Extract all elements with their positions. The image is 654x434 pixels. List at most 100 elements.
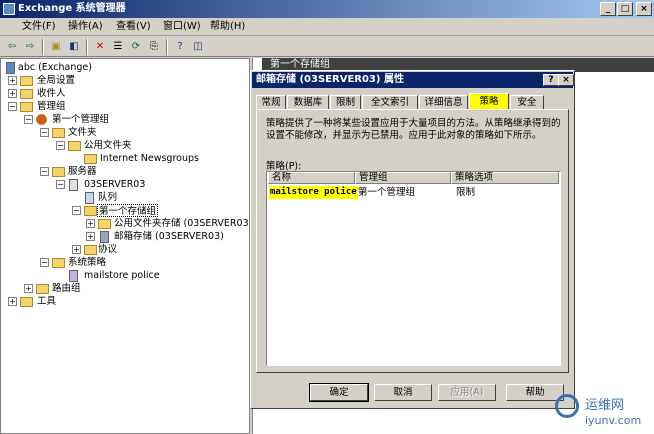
watermark: 运维网 iyunv.com — [555, 392, 654, 432]
collapse-icon[interactable]: − — [56, 180, 65, 189]
show-hide-tree-icon[interactable]: ◧ — [66, 39, 82, 54]
expand-icon[interactable]: + — [8, 76, 17, 85]
window-title: Exchange 系统管理器 — [18, 3, 126, 14]
dialog-close-button[interactable]: × — [558, 74, 574, 86]
apply-button: 应用(A) — [438, 384, 496, 401]
tab-database[interactable]: 数据库 — [287, 95, 329, 110]
policies-description: 策略提供了一种将某些设置应用于大量项目的方法。从策略继承得到的设置不能修改，并显… — [266, 118, 561, 141]
menu-view[interactable]: 查看(V) — [116, 20, 151, 34]
column-header-name[interactable]: 名称 — [268, 172, 355, 184]
tree-first-storage-group[interactable]: 第一个存储组 — [97, 204, 159, 217]
mailbox-store-icon — [100, 231, 109, 243]
title-bar: Exchange 系统管理器 — [0, 0, 654, 18]
tree-server[interactable]: 03SERVER03 — [84, 178, 145, 191]
tab-full-text-index[interactable]: 全文索引 — [362, 95, 418, 110]
tab-security[interactable]: 安全 — [510, 95, 544, 110]
folder-icon — [52, 167, 65, 177]
expand-icon[interactable]: + — [72, 245, 81, 254]
tree-first-admin-group[interactable]: 第一个管理组 — [52, 113, 109, 126]
column-header-admin-group[interactable]: 管理组 — [355, 172, 451, 184]
exchange-app-icon — [3, 3, 15, 15]
collapse-icon[interactable]: − — [40, 167, 49, 176]
policy-options-cell: 限制 — [456, 187, 476, 198]
menu-help[interactable]: 帮助(H) — [210, 20, 245, 34]
collapse-icon[interactable]: − — [24, 115, 33, 124]
export-icon[interactable]: ⎘ — [146, 39, 162, 54]
close-button[interactable]: × — [636, 2, 652, 16]
help-icon[interactable]: ? — [172, 39, 188, 54]
folder-icon — [20, 297, 33, 307]
tree-routing-groups[interactable]: 路由组 — [52, 282, 81, 295]
menu-action[interactable]: 操作(A) — [68, 20, 103, 34]
expand-icon[interactable]: + — [24, 284, 33, 293]
expand-icon[interactable]: + — [8, 297, 17, 306]
tree-mailstore-police[interactable]: mailstore police — [84, 269, 160, 282]
policy-icon — [69, 270, 78, 282]
forward-icon[interactable]: ⇨ — [22, 39, 38, 54]
public-folder-icon — [68, 141, 81, 151]
tree-servers[interactable]: 服务器 — [68, 165, 97, 178]
tree-folders[interactable]: 文件夹 — [68, 126, 97, 139]
expand-icon[interactable]: + — [86, 219, 95, 228]
column-header-policy-options[interactable]: 策略选项 — [451, 172, 559, 184]
tree-queues[interactable]: 队列 — [98, 191, 117, 204]
tab-general[interactable]: 常规 — [256, 95, 286, 110]
menu-window[interactable]: 窗口(W) — [163, 20, 201, 34]
collapse-icon[interactable]: − — [40, 258, 49, 267]
queue-icon — [85, 192, 94, 204]
policies-list[interactable] — [266, 171, 561, 366]
maximize-button[interactable]: □ — [617, 2, 633, 16]
folder-icon — [84, 245, 97, 255]
tree-public-store[interactable]: 公用文件夹存储 (03SERVER03) — [114, 217, 252, 230]
toolbar: ⇦ ⇨ ▣ ◧ ✕ ☰ ⟳ ⎘ ? ◫ — [0, 37, 654, 57]
tree-protocols[interactable]: 协议 — [98, 243, 117, 256]
folder-icon — [20, 102, 33, 112]
back-icon[interactable]: ⇦ — [4, 39, 20, 54]
storage-group-icon — [84, 206, 97, 216]
folder-icon — [52, 258, 65, 268]
tree-tools[interactable]: 工具 — [37, 295, 56, 308]
tree-admin-groups[interactable]: 管理组 — [37, 100, 66, 113]
folder-icon — [52, 128, 65, 138]
tree-public-folders[interactable]: 公用文件夹 — [84, 139, 132, 152]
expand-icon[interactable]: + — [8, 89, 17, 98]
folder-icon — [20, 76, 33, 86]
collapse-icon[interactable]: − — [8, 102, 17, 111]
tree-internet-newsgroups[interactable]: Internet Newsgroups — [100, 152, 199, 165]
new-window-icon[interactable]: ◫ — [190, 39, 206, 54]
tab-details[interactable]: 详细信息 — [419, 95, 468, 110]
minimize-button[interactable]: _ — [600, 2, 616, 16]
tree-mailbox-store[interactable]: 邮箱存储 (03SERVER03) — [114, 230, 224, 243]
dialog-help-button[interactable]: ? — [543, 74, 559, 86]
tab-policies[interactable]: 策略 — [469, 93, 509, 110]
tree-global-settings[interactable]: 全局设置 — [37, 74, 75, 87]
public-store-icon — [98, 219, 111, 229]
policies-label: 策略(P): — [266, 161, 302, 172]
policy-name-cell: mailstore police — [269, 186, 358, 199]
refresh-icon[interactable]: ⟳ — [128, 39, 144, 54]
cancel-button[interactable]: 取消 — [374, 384, 432, 401]
tab-limits[interactable]: 限制 — [330, 95, 361, 110]
watermark-cn: 运维网 — [585, 398, 625, 413]
ok-button[interactable]: 确定 — [309, 383, 369, 402]
watermark-logo-icon — [555, 394, 579, 418]
dialog-title: 邮箱存储 (03SERVER03) 属性 — [256, 74, 404, 85]
folder-icon — [36, 284, 49, 294]
tree-system-policies[interactable]: 系统策略 — [68, 256, 106, 269]
watermark-url: iyunv.com — [585, 414, 642, 427]
properties-icon[interactable]: ☰ — [110, 39, 126, 54]
dialog-title-bar: 邮箱存储 (03SERVER03) 属性 — [252, 72, 573, 88]
expand-icon[interactable]: + — [86, 232, 95, 241]
tree-recipients[interactable]: 收件人 — [37, 87, 66, 100]
menu-file[interactable]: 文件(F) — [22, 20, 56, 34]
up-icon[interactable]: ▣ — [48, 39, 64, 54]
folder-icon — [84, 154, 97, 164]
delete-icon[interactable]: ✕ — [92, 39, 108, 54]
table-row[interactable]: mailstore police 第一个管理组 限制 — [268, 186, 558, 199]
collapse-icon[interactable]: − — [40, 128, 49, 137]
admin-group-icon — [36, 114, 47, 125]
menu-bar: 文件(F) 操作(A) 查看(V) 窗口(W) 帮助(H) — [0, 18, 654, 36]
collapse-icon[interactable]: − — [56, 141, 65, 150]
tree-root[interactable]: abc (Exchange) — [18, 61, 92, 74]
collapse-icon[interactable]: − — [72, 206, 81, 215]
